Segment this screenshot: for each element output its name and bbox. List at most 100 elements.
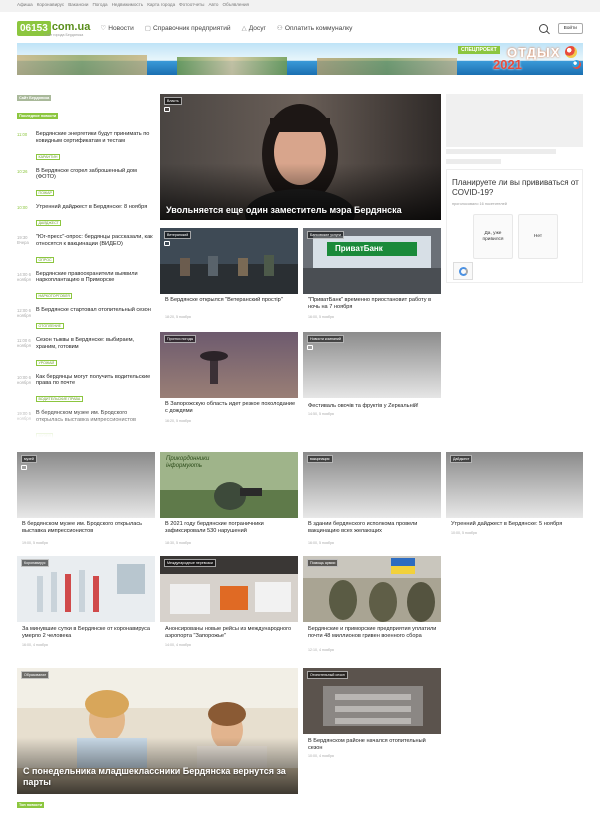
news-card[interactable]: музей В бердянском музее им. Бродского о… xyxy=(17,452,155,548)
news-date: 14:00, 4 ноября xyxy=(165,643,191,647)
camera-icon xyxy=(307,345,313,350)
top-link[interactable]: Погода xyxy=(92,2,107,10)
top-link[interactable]: Вакансии xyxy=(68,2,88,10)
news-date: 18:30, 5 ноября xyxy=(165,541,191,545)
feed-title: "Юг-пресс"-опрос: бердянцы рассказали, к… xyxy=(36,233,153,247)
nav-label: Справочник предприятий xyxy=(153,24,231,32)
top-link[interactable]: Карта города xyxy=(147,2,175,10)
nav-pay-utilities[interactable]: ⚇ Оплатить коммуналку xyxy=(277,24,352,33)
top-news-tag: Топ новости xyxy=(17,802,45,808)
featured-title: С понедельника младшеклассники Бердянска… xyxy=(23,766,286,787)
camera-icon xyxy=(164,241,170,246)
logo-domain: com.ua xyxy=(51,20,91,33)
skeleton-line xyxy=(446,159,501,164)
top-link[interactable]: Авто xyxy=(208,2,218,10)
category-tag: Власть xyxy=(164,97,182,105)
feed-time: 10:00 xyxy=(17,205,28,211)
feed-item[interactable]: 10:00 Утренний дайджест в Бердянске: 8 но… xyxy=(17,204,153,229)
feed-category[interactable]: ДАЙДЖЕСТ xyxy=(36,219,62,226)
news-date: 14:50, 5 ноября xyxy=(308,412,334,416)
covid-poll: Планируете ли вы прививаться от COVID-19… xyxy=(446,169,583,283)
news-card[interactable]: Отопительный сезон В Бердянском районе н… xyxy=(303,668,441,766)
feed-category[interactable]: УРОЖАЙ xyxy=(36,359,57,366)
camera-icon xyxy=(21,465,27,470)
top-link[interactable]: Афиша xyxy=(17,2,33,10)
privatbank-logo: ПриватБанк xyxy=(335,244,383,253)
feed-category[interactable]: МУЗЕЙ xyxy=(36,432,54,438)
nav-news[interactable]: ♡ Новости xyxy=(100,24,133,33)
news-card[interactable]: ПриватБанк Банковские услуги "ПриватБанк… xyxy=(303,228,441,322)
news-card[interactable]: Новости компаний Фестиваль овочів та фру… xyxy=(303,332,441,426)
recaptcha-icon[interactable] xyxy=(453,262,473,280)
nav-label: Досуг xyxy=(248,24,266,32)
nav-directory[interactable]: ▢ Справочник предприятий xyxy=(144,24,231,33)
heart-icon: ♡ xyxy=(100,25,107,32)
top-links: Афиша Коронавирус Вакансии Погода Недвижимос… xyxy=(0,0,600,12)
category-tag: музей xyxy=(21,455,37,463)
feed-item[interactable]: 10:26 В Бердянске сгорел заброшенный дом … xyxy=(17,168,153,200)
news-date: 18:20, 5 ноября xyxy=(165,315,191,319)
feed-item[interactable]: 19:00 5 ноября В бердянском музее им. Бро… xyxy=(17,410,153,438)
feed-category[interactable]: ВОДИТЕЛЬСКИЕ ПРАВА xyxy=(36,396,83,403)
news-card[interactable]: Коронавирус За минувшие сутки в Бердянск… xyxy=(17,556,155,654)
featured-news-card[interactable]: Образование С понедельника младшеклассни… xyxy=(17,668,298,794)
news-card[interactable]: Дайджест Утренний дайджест в Бердянске: … xyxy=(446,452,583,548)
news-title: В Запорожскую область идет резкое похоло… xyxy=(165,401,296,414)
news-card[interactable]: вакцинация В здании бердянского исполком… xyxy=(303,452,441,548)
hero-title: Увольняется еще один заместитель мэра Бе… xyxy=(166,205,402,215)
category-tag: Международные перевозки xyxy=(164,559,216,567)
feed-category[interactable]: ОТОПЛЕНИЕ xyxy=(36,322,64,329)
news-date: 10:00, 4 ноября xyxy=(308,754,334,758)
top-link[interactable]: Коронавирус xyxy=(37,2,64,10)
feed-item[interactable]: 11:00 6 ноября Сезон тыквы в Бердянске: в… xyxy=(17,337,153,369)
category-tag: Ветеранский xyxy=(164,231,192,239)
search-icon[interactable] xyxy=(538,23,548,33)
ad-placeholder xyxy=(446,94,583,147)
news-title: В Бердянском районе начался отопительный… xyxy=(308,738,426,751)
news-title: В здании бердянского исполкома провели в… xyxy=(308,521,418,534)
poll-question: Планируете ли вы прививаться от COVID-19… xyxy=(452,178,579,197)
top-link[interactable]: Недвижимость xyxy=(112,2,144,10)
feed-category[interactable]: ОПРОС xyxy=(36,256,55,263)
feed-item[interactable]: 12:00 6 ноября В Бердянске стартовал отоп… xyxy=(17,307,153,332)
feed-title: Сезон тыквы в Бердянске: выбираем, храни… xyxy=(36,336,135,350)
feed-category[interactable]: КАРАНТИН xyxy=(36,153,61,160)
news-date: 16:00, 5 ноября xyxy=(308,315,334,319)
news-title: Фестиваль овочів та фруктів у Zеркальній… xyxy=(308,403,419,409)
banner-scene-left xyxy=(17,55,147,75)
feed-title: В бердянском музее им. Бродского открыла… xyxy=(36,410,137,423)
category-tag: Образование xyxy=(21,671,50,679)
logo-slogan: Сайт города Бердянска xyxy=(44,33,84,37)
feed-item[interactable]: 11:00 Бердянские энергетики будут принима… xyxy=(17,131,153,163)
hero-news-card[interactable]: Власть Увольняется еще один заместитель … xyxy=(160,94,441,220)
news-card[interactable]: Международные перевозки Анонсированы нов… xyxy=(160,556,298,654)
feed-time: 11:00 6 ноября xyxy=(17,337,31,348)
feed-item[interactable]: 14:00 6 ноября Бердянские правоохранители… xyxy=(17,271,153,303)
top-link[interactable]: Объявления xyxy=(222,2,249,10)
news-card[interactable]: Прогноз погоды В Запорожскую область иде… xyxy=(160,332,298,426)
feed-title: Бердянские правоохранители выявили нарко… xyxy=(36,270,138,284)
feed-item[interactable]: 19:30 Вчера "Юг-пресс"-опрос: бердянцы ра… xyxy=(17,234,153,266)
banner-year: 2021 xyxy=(493,57,522,72)
news-card[interactable]: Прикордонники інформують В 2021 году бер… xyxy=(160,452,298,548)
news-card[interactable]: Ветеранский В Бердянске открылся "Ветера… xyxy=(160,228,298,322)
beach-ball-icon xyxy=(572,60,581,69)
news-title: В бердянском музее им. Бродского открыла… xyxy=(22,521,143,534)
promo-banner[interactable]: СПЕЦПРОЕКТ ОТДЫХ 2021 xyxy=(17,43,583,75)
category-tag: Отопительный сезон xyxy=(307,671,348,679)
book-icon: ▢ xyxy=(144,25,152,32)
poll-option-no[interactable]: Нет xyxy=(518,214,558,259)
news-card[interactable]: Помощь армии Бердянские и приморские пре… xyxy=(303,556,441,654)
feed-time: 12:00 6 ноября xyxy=(17,308,31,319)
poll-votes-note: проголосовало 16 посетителей xyxy=(452,202,507,206)
top-link[interactable]: Фотоотчеты xyxy=(179,2,204,10)
camera-icon xyxy=(164,107,170,112)
latest-news-feed: Сайт Бердянска Последние новости 11:00 Бе… xyxy=(17,86,153,438)
feed-title: Бердянские энергетики будут принимать по… xyxy=(36,131,150,144)
nav-leisure[interactable]: △ Досуг xyxy=(242,24,266,33)
login-button[interactable]: Войти xyxy=(557,22,583,34)
poll-option-yes[interactable]: Да, уже привился xyxy=(473,214,513,259)
feed-item[interactable]: 10:00 6 ноября Как бердянцы могут получит… xyxy=(17,374,153,406)
feed-category[interactable]: НАРКОТОРГОВЛЯ xyxy=(36,293,73,300)
feed-category[interactable]: ПОЖАР xyxy=(36,190,55,197)
